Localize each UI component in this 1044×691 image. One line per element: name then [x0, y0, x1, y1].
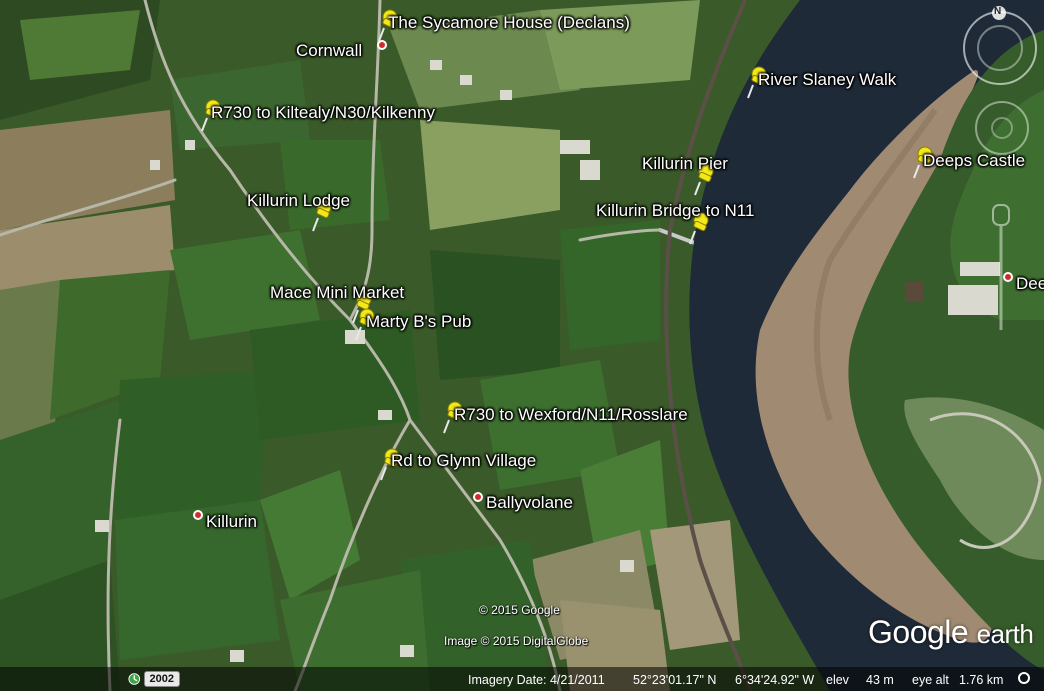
satellite-map[interactable]	[0, 0, 1044, 691]
placemark-label-deeps-castle[interactable]: Deeps Castle	[923, 151, 1025, 171]
streaming-status-icon	[1018, 672, 1030, 684]
elevation-value: 43 m	[866, 673, 894, 687]
placemark-label-r730-wexford[interactable]: R730 to Wexford/N11/Rosslare	[454, 405, 688, 425]
logo-earth-text: earth	[976, 619, 1034, 649]
latitude-readout: 52°23'01.17" N	[633, 673, 717, 687]
placemark-label-killurin-bridge[interactable]: Killurin Bridge to N11	[596, 201, 754, 221]
placemark-label-killurin[interactable]: Killurin	[206, 512, 257, 532]
placemark-label-r730-kiltealy[interactable]: R730 to Kiltealy/N30/Kilkenny	[211, 103, 435, 123]
place-dot-icon[interactable]	[473, 492, 483, 502]
eye-altitude-value: 1.76 km	[959, 673, 1004, 687]
placemark-label-rd-glynn[interactable]: Rd to Glynn Village	[391, 451, 536, 471]
placemark-label-cornwall[interactable]: Cornwall	[296, 41, 362, 61]
placemark-label-ballyvolane[interactable]: Ballyvolane	[486, 493, 573, 513]
placemark-label-marty-bs-pub[interactable]: Marty B's Pub	[366, 312, 471, 332]
placemark-label-sycamore-house[interactable]: The Sycamore House (Declans)	[388, 13, 630, 33]
place-dot-icon[interactable]	[1003, 272, 1013, 282]
eye-altitude-label: eye alt	[912, 673, 949, 687]
compass-north-label: N	[994, 6, 1002, 17]
clock-icon	[128, 673, 141, 685]
google-earth-logo: Google earth	[868, 614, 1034, 651]
placemark-label-deeps[interactable]: Dee	[1016, 274, 1044, 294]
elevation-label: elev	[826, 673, 849, 687]
placemark-label-killurin-lodge[interactable]: Killurin Lodge	[247, 191, 350, 211]
logo-google-text: Google	[868, 614, 969, 650]
google-copyright: © 2015 Google	[479, 603, 560, 617]
historical-year: 2002	[143, 671, 180, 687]
placemark-label-mace-mini-market[interactable]: Mace Mini Market	[270, 283, 404, 303]
place-dot-icon[interactable]	[193, 510, 203, 520]
placemark-label-killurin-pier[interactable]: Killurin Pier	[642, 154, 728, 174]
placemark-label-river-slaney-walk[interactable]: River Slaney Walk	[758, 70, 896, 90]
imagery-date: Imagery Date: 4/21/2011	[468, 673, 605, 687]
longitude-readout: 6°34'24.92" W	[735, 673, 815, 687]
imagery-copyright: Image © 2015 DigitalGlobe	[444, 634, 589, 648]
place-dot-icon[interactable]	[377, 40, 387, 50]
historical-imagery-button[interactable]: 2002	[128, 669, 180, 689]
